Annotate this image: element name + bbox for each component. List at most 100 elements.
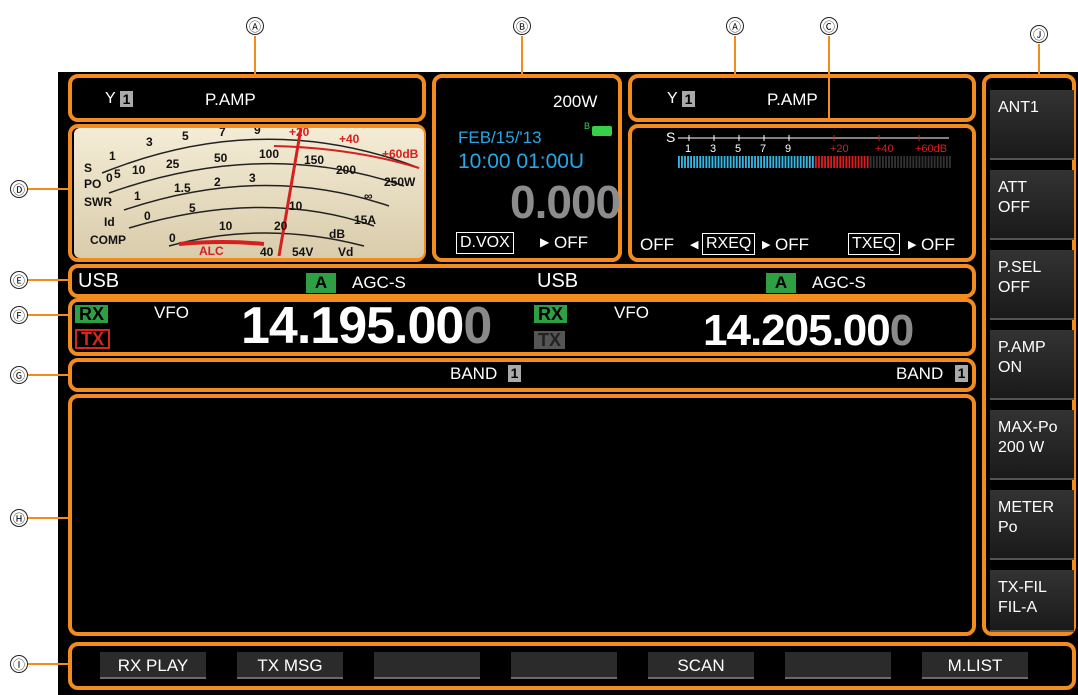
analog-meter: S PO SWR Id COMP ALC 13 5 7 9 +20 +40+60dB0 5 1…	[74, 128, 424, 258]
bar-meter-segment	[760, 156, 763, 168]
bar-meter-segment	[851, 156, 854, 168]
side-key-tx-fil[interactable]: TX-FIL FIL-A	[990, 570, 1074, 632]
function-key-2[interactable]: TX MSG	[237, 652, 343, 679]
bar-meter-segment	[805, 156, 808, 168]
bar-meter-segment	[714, 156, 717, 168]
bar-meter-segment	[741, 156, 744, 168]
callout-d: Ⓓ	[10, 180, 28, 198]
function-key-6[interactable]	[785, 652, 891, 679]
meter-po-tick: 25	[166, 157, 180, 171]
bar-meter-segment	[900, 156, 903, 168]
meter-vd-tick: 54V	[292, 245, 313, 258]
side-key-ant[interactable]: ANT1	[990, 90, 1074, 160]
side-key-psel[interactable]: P.SEL OFF	[990, 250, 1074, 320]
bar-meter-segment	[732, 156, 735, 168]
callout-f: Ⓕ	[10, 306, 28, 324]
bar-meter-segment	[930, 156, 933, 168]
bar-meter-segment	[751, 156, 753, 168]
left-mode: USB	[78, 270, 120, 292]
leader-g	[28, 374, 68, 376]
left-band-label: BAND	[450, 364, 498, 383]
bar-meter-segment	[924, 156, 927, 168]
function-key-1[interactable]: RX PLAY	[100, 652, 206, 679]
side-key-att-line1: ATT	[998, 179, 1028, 196]
bar-meter-s-label: S	[666, 129, 675, 145]
bar-meter-segment	[681, 156, 683, 168]
meter-s-label: S	[84, 161, 92, 175]
bar-meter-segment	[738, 156, 741, 168]
side-key-psel-line2: OFF	[998, 279, 1030, 296]
bar-meter-segment	[772, 156, 775, 168]
leader-e	[28, 279, 68, 281]
meter-comp-tick: 0	[169, 231, 176, 245]
bar-meter-segment	[699, 156, 702, 168]
right-mode: USB	[537, 270, 579, 292]
right-agc: AGC-S	[812, 273, 866, 292]
side-key-pamp-line1: P.AMP	[998, 339, 1046, 356]
bar-meter-segment	[860, 156, 863, 168]
callout-b: Ⓑ	[513, 17, 531, 35]
meter-vd-tick: 40	[260, 245, 274, 258]
meter-s-tick: 9	[254, 128, 261, 137]
right-frequency-main: 14.205.00	[703, 306, 891, 355]
bar-meter-segment	[906, 156, 909, 168]
bar-meter-segment	[796, 156, 799, 168]
date-readout: FEB/15/'13	[458, 128, 542, 147]
bar-meter-segment	[933, 156, 936, 168]
side-key-att[interactable]: ATT OFF	[990, 170, 1074, 240]
meter-po-tick: 150	[304, 153, 324, 167]
side-key-pamp[interactable]: P.AMP ON	[990, 330, 1074, 400]
dvox-button[interactable]: D.VOX	[456, 232, 514, 254]
left-band-number: 1	[508, 365, 521, 382]
bar-meter-segment	[945, 156, 948, 168]
function-key-4[interactable]	[511, 652, 617, 679]
bar-meter-segment	[811, 156, 814, 168]
callout-c: Ⓒ	[820, 17, 838, 35]
side-key-meter-line2: Po	[998, 519, 1018, 536]
rx-eq-right-state: OFF	[775, 235, 809, 254]
callout-g: Ⓖ	[10, 366, 28, 384]
bar-meter-segment	[766, 156, 769, 168]
meter-s-tick: 5	[182, 129, 189, 143]
function-key-5[interactable]: SCAN	[648, 652, 754, 679]
function-key-3[interactable]	[374, 652, 480, 679]
bar-meter-segment	[839, 156, 842, 168]
meter-s-tick: +60dB	[382, 147, 419, 161]
bar-meter-segment	[824, 156, 826, 168]
side-key-max-po[interactable]: MAX-Po 200 W	[990, 410, 1074, 480]
bar-meter-segment	[821, 156, 823, 168]
bar-meter-segment	[769, 156, 772, 168]
txeq-button[interactable]: TXEQ	[848, 233, 900, 255]
right-rx-badge: RX	[534, 305, 568, 323]
center-value: 0.000	[510, 176, 621, 228]
rxeq-button[interactable]: RXEQ	[702, 233, 756, 255]
left-agc: AGC-S	[352, 273, 406, 292]
meter-po-tick: 5	[114, 167, 121, 181]
right-frequency: 14.205.000	[703, 306, 915, 356]
bar-meter-segment	[720, 156, 723, 168]
meter-swr-label: SWR	[84, 195, 112, 209]
side-key-meter[interactable]: METER Po	[990, 490, 1074, 560]
bar-meter-segment	[693, 156, 696, 168]
callout-e: Ⓔ	[10, 271, 28, 289]
bar-meter-segment	[842, 156, 845, 168]
bar-meter-segment	[848, 156, 851, 168]
function-key-7[interactable]: M.LIST	[922, 652, 1028, 679]
bar-meter-segment	[936, 156, 939, 168]
leader-i	[28, 663, 68, 665]
bar-meter-segment	[815, 156, 817, 168]
side-key-max-po-line2: 200 W	[998, 439, 1045, 456]
bar-meter-segment	[735, 156, 738, 168]
bar-meter-segment	[921, 156, 924, 168]
bar-meter-segment	[885, 156, 887, 168]
bar-meter-segment	[854, 156, 857, 168]
right-frequency-last-digit: 0	[889, 306, 915, 355]
bar-meter-segment	[948, 156, 951, 168]
meter-po-tick: 200	[336, 163, 356, 177]
callout-h: Ⓗ	[10, 509, 28, 527]
bar-meter-segment	[915, 156, 918, 168]
meter-id-tick: 15A	[354, 213, 376, 227]
bar-meter-segment	[723, 156, 726, 168]
bar-meter-segment	[763, 156, 766, 168]
meter-s-tick: 7	[219, 128, 226, 139]
